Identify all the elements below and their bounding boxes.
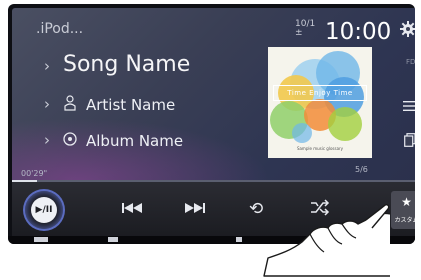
hand-pointer-illustration	[263, 204, 391, 277]
elapsed-time: 00'29"	[21, 169, 48, 178]
clock: 10:00	[325, 19, 392, 45]
star-icon: ★	[401, 195, 412, 209]
album-cover[interactable]: Time Enjoy Time Sample music glossary	[268, 47, 372, 158]
date-bottom: ±	[295, 28, 303, 38]
previous-track-icon[interactable]	[122, 202, 142, 214]
custom-button[interactable]: ★ カスタム	[391, 191, 415, 229]
source-label[interactable]: .iPod...	[36, 21, 83, 37]
person-icon	[64, 95, 76, 111]
date-display: 10/1 ±	[295, 20, 315, 38]
status-icon	[236, 237, 242, 242]
gear-icon[interactable]	[400, 21, 415, 37]
chevron-right-icon: ›	[44, 95, 50, 113]
next-track-icon[interactable]	[185, 202, 205, 214]
disc-icon	[63, 132, 77, 146]
track-number: 5/6	[355, 165, 368, 174]
side-icon-label[interactable]: FD	[406, 58, 415, 66]
custom-label: カスタム	[394, 217, 415, 224]
album-name[interactable]: Album Name	[86, 132, 183, 150]
cover-subtitle: Sample music glossary	[296, 146, 344, 151]
status-icon	[34, 237, 48, 242]
date-num: 1	[309, 19, 316, 29]
chevron-right-icon: ›	[44, 131, 50, 149]
list-icon[interactable]	[403, 101, 415, 111]
status-icon	[108, 237, 118, 242]
song-title[interactable]: Song Name	[63, 52, 190, 77]
play-pause-button[interactable]: ▶/II	[25, 191, 63, 229]
play-pause-label: ▶/II	[35, 205, 53, 215]
cover-title: Time Enjoy Time	[273, 85, 367, 101]
chevron-right-icon: ›	[44, 57, 50, 75]
copy-icon[interactable]	[404, 133, 415, 147]
artist-name[interactable]: Artist Name	[86, 96, 175, 114]
